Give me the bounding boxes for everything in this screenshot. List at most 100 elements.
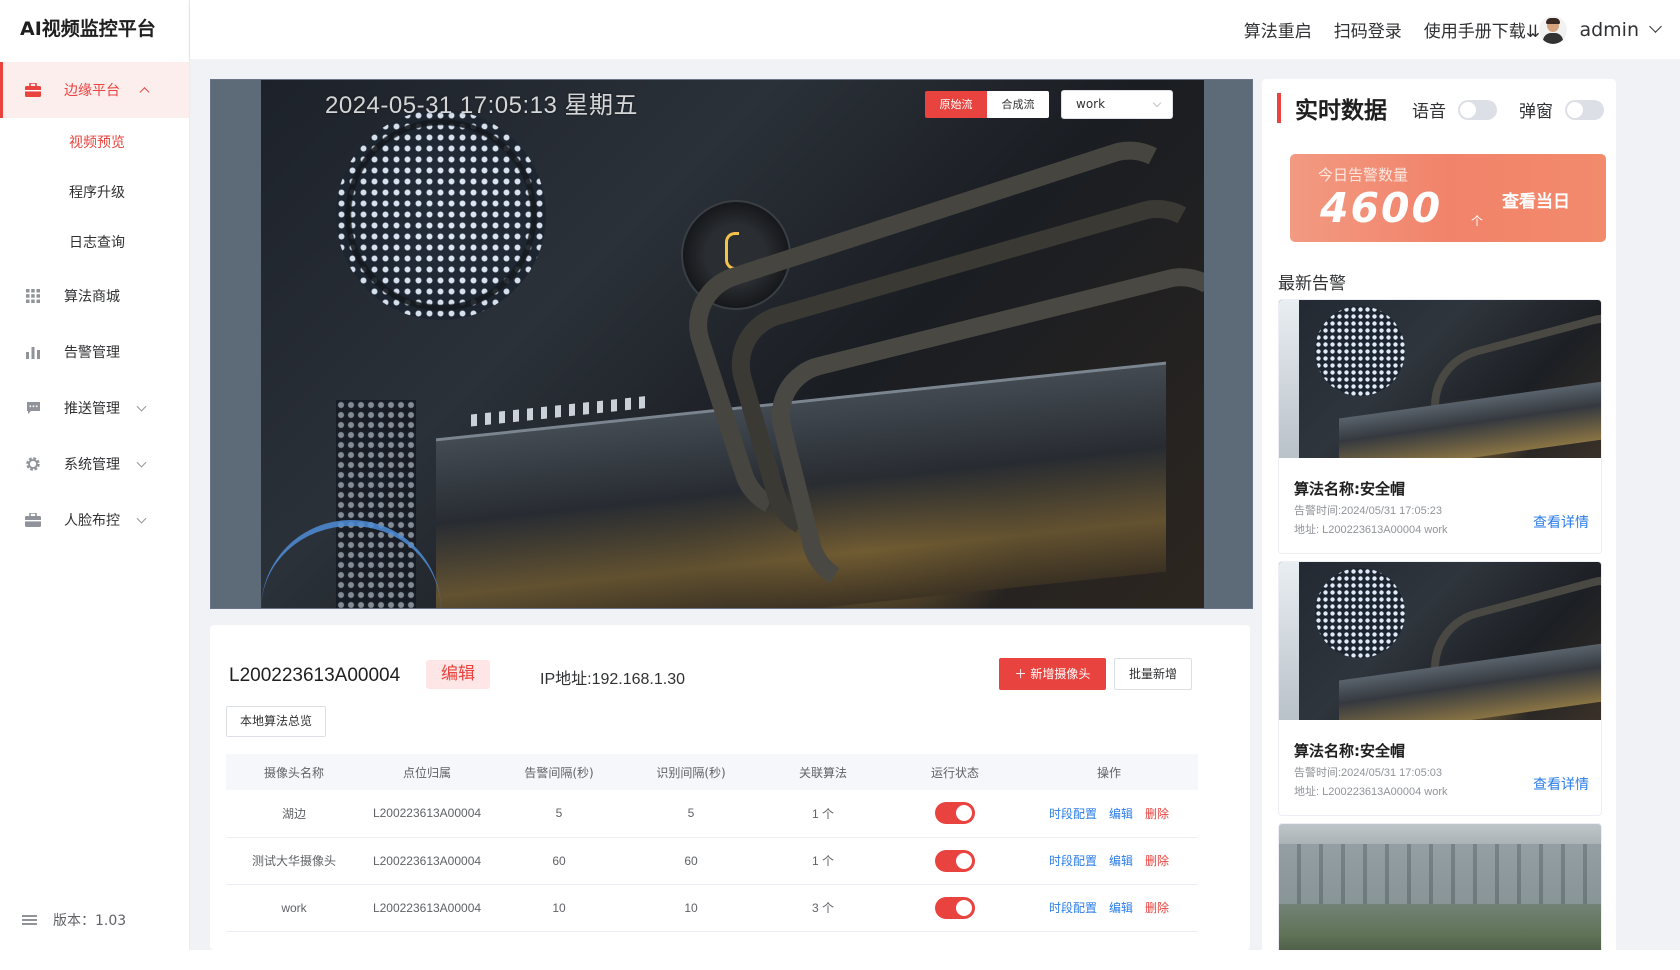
grid-icon (24, 287, 42, 305)
view-detail-link[interactable]: 查看详情 (1533, 512, 1589, 532)
alarm-snapshot (1279, 300, 1601, 458)
alarm-snapshot (1279, 824, 1601, 950)
cell-detect-interval: 5 (626, 790, 756, 838)
today-alarm-unit: 个 (1471, 214, 1484, 228)
view-today-button[interactable]: 查看当日 (1502, 187, 1570, 212)
col-algorithms: 关联算法 (756, 754, 890, 790)
username: admin (1579, 18, 1639, 41)
alarm-card[interactable]: 算法名称:安全帽 告警时间:2024/05/31 17:05:23 地址: L2… (1278, 299, 1602, 554)
delete-link[interactable]: 删除 (1145, 901, 1169, 915)
cell-location: L200223613A00004 (362, 837, 492, 885)
edit-link[interactable]: 编辑 (1109, 854, 1133, 868)
col-camera-name: 摄像头名称 (226, 754, 362, 790)
version-label: 版本：1.03 (53, 913, 127, 929)
alarm-card[interactable]: 算法名称:安全帽 告警时间:2024/05/31 17:05:03 地址: L2… (1278, 561, 1602, 816)
voice-toggle[interactable] (1458, 99, 1497, 120)
sidebar-item-edge-platform[interactable]: 边缘平台 (0, 62, 189, 118)
tab-raw-stream[interactable]: 原始流 (925, 91, 987, 118)
alarm-algorithm-name: 算法名称:安全帽 (1294, 742, 1405, 760)
alarm-time: 告警时间:2024/05/31 17:05:03 (1294, 767, 1442, 779)
gear-icon (24, 455, 42, 473)
menu-icon[interactable] (22, 913, 37, 927)
cell-status (890, 837, 1020, 885)
sidebar-item-push-management[interactable]: 推送管理 (0, 380, 189, 436)
sidebar-item-system-management[interactable]: 系统管理 (0, 436, 189, 492)
alarm-algorithm-name: 算法名称:安全帽 (1294, 480, 1405, 498)
view-detail-link[interactable]: 查看详情 (1533, 774, 1589, 794)
add-camera-label: 新增摄像头 (1030, 667, 1091, 681)
realtime-panel: 实时数据 语音 弹窗 今日告警数量 4600 个 查看当日 最新告警 算法名称:… (1262, 79, 1616, 950)
sidebar-item-face-control[interactable]: 人脸布控 (0, 492, 189, 548)
chevron-down-icon (136, 457, 147, 468)
edit-device-button[interactable]: 编辑 (426, 660, 490, 689)
sidebar-item-label: 系统管理 (64, 457, 120, 473)
top-header: 算法重启 扫码登录 使用手册下载⇊ admin (190, 0, 1680, 59)
sidebar-subitem-video-preview[interactable]: 视频预览 (0, 118, 189, 168)
sidebar-subitem-program-upgrade[interactable]: 程序升级 (0, 168, 189, 218)
today-alarm-label: 今日告警数量 (1318, 166, 1409, 184)
schedule-config-link[interactable]: 时段配置 (1049, 901, 1097, 915)
today-alarm-count: 4600 (1320, 184, 1443, 232)
popup-toggle[interactable] (1565, 99, 1604, 120)
qr-login-link[interactable]: 扫码登录 (1334, 17, 1402, 42)
restart-algorithm-link[interactable]: 算法重启 (1244, 17, 1312, 42)
add-camera-button[interactable]: ＋ 新增摄像头 (999, 658, 1106, 690)
version-info: 版本：1.03 (22, 910, 126, 930)
edit-link[interactable]: 编辑 (1109, 901, 1133, 915)
title-accent-bar (1277, 93, 1281, 123)
latest-alarms-title: 最新告警 (1278, 274, 1346, 294)
alarm-card[interactable] (1278, 823, 1602, 950)
alarm-address: 地址: L200223613A00004 work (1294, 524, 1448, 536)
batch-add-button[interactable]: 批量新增 (1114, 658, 1192, 690)
today-alarm-card[interactable]: 今日告警数量 4600 个 查看当日 (1290, 154, 1606, 242)
user-menu[interactable]: admin (1539, 0, 1662, 59)
tab-composite-stream[interactable]: 合成流 (987, 91, 1049, 118)
plus-icon: ＋ (1014, 667, 1031, 681)
delete-link[interactable]: 删除 (1145, 854, 1169, 868)
running-toggle[interactable] (935, 896, 975, 919)
camera-select-value: work (1076, 97, 1106, 111)
sidebar-item-algorithm-store[interactable]: 算法商城 (0, 268, 189, 324)
cell-detect-interval: 60 (626, 837, 756, 885)
cell-detect-interval: 10 (626, 884, 756, 932)
local-algorithm-overview-button[interactable]: 本地算法总览 (226, 706, 326, 737)
edit-link[interactable]: 编辑 (1109, 807, 1133, 821)
sidebar-item-label: 人脸布控 (64, 513, 120, 529)
running-toggle[interactable] (935, 802, 975, 825)
col-alarm-interval: 告警间隔(秒) (492, 754, 626, 790)
table-header-row: 摄像头名称 点位归属 告警间隔(秒) 识别间隔(秒) 关联算法 运行状态 操作 (226, 754, 1198, 790)
camera-select[interactable]: work (1061, 90, 1173, 119)
chevron-down-icon (136, 513, 147, 524)
briefcase-icon (24, 81, 42, 99)
popup-toggle-group: 弹窗 (1519, 97, 1604, 122)
running-toggle[interactable] (935, 849, 975, 872)
col-status: 运行状态 (890, 754, 1020, 790)
cell-camera-name: 测试大华摄像头 (226, 837, 362, 885)
table-row: 测试大华摄像头 L200223613A00004 60 60 1 个 时段配置编… (226, 837, 1198, 885)
schedule-config-link[interactable]: 时段配置 (1049, 807, 1097, 821)
table-row: work L200223613A00004 10 10 3 个 时段配置 编辑 删除 (226, 884, 1198, 932)
cell-alarm-interval: 5 (492, 790, 626, 838)
chevron-up-icon (139, 87, 150, 98)
col-detect-interval: 识别间隔(秒) (626, 754, 756, 790)
sidebar-item-alarm-management[interactable]: 告警管理 (0, 324, 189, 380)
alarm-address: 地址: L200223613A00004 work (1294, 786, 1448, 798)
cell-camera-name: 湖边 (226, 790, 362, 838)
cell-algorithms: 3 个 (756, 884, 890, 932)
cell-camera-name: work (226, 884, 362, 932)
sidebar-subitem-log-query[interactable]: 日志查询 (0, 218, 189, 268)
col-actions: 操作 (1020, 754, 1198, 790)
manual-download-link[interactable]: 使用手册下载⇊ (1424, 17, 1540, 42)
sidebar-item-label: 推送管理 (64, 401, 120, 417)
camera-table: 摄像头名称 点位归属 告警间隔(秒) 识别间隔(秒) 关联算法 运行状态 操作 … (226, 754, 1198, 932)
top-links: 算法重启 扫码登录 使用手册下载⇊ (1244, 0, 1540, 59)
delete-link[interactable]: 删除 (1145, 807, 1169, 821)
voice-label: 语音 (1412, 102, 1446, 122)
cell-location: L200223613A00004 (362, 790, 492, 838)
schedule-config-link[interactable]: 时段配置 (1049, 854, 1097, 868)
fan-graphic (336, 110, 546, 320)
cell-actions: 时段配置 编辑 删除 (1020, 837, 1198, 885)
briefcase-icon (24, 511, 42, 529)
video-player[interactable]: 2024-05-31 17:05:13 星期五 原始流 合成流 work (210, 79, 1253, 609)
realtime-title: 实时数据 (1277, 93, 1387, 124)
